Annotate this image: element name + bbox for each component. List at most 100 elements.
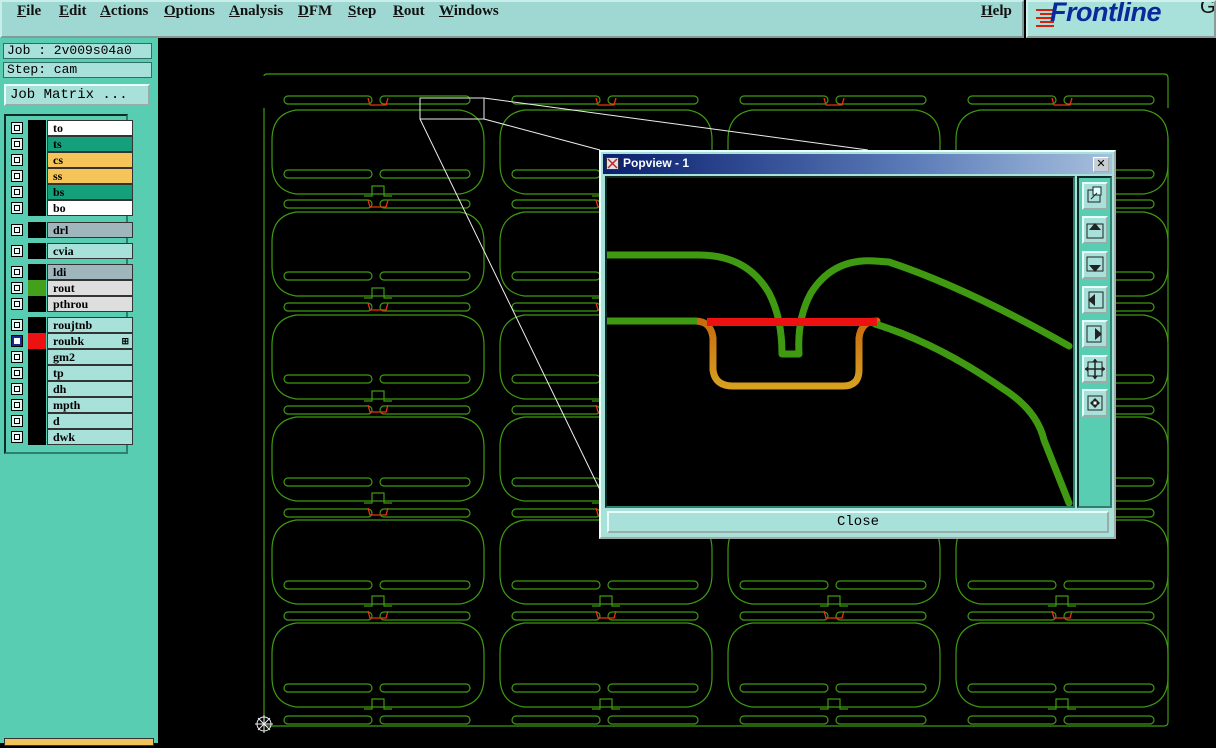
layer-name[interactable]: dwk — [47, 429, 133, 445]
layer-name[interactable]: dh — [47, 381, 133, 397]
layer-checkbox[interactable] — [11, 224, 23, 236]
layer-color-swatch[interactable] — [28, 184, 46, 200]
layer-checkbox[interactable] — [11, 399, 23, 411]
layer-row-d[interactable]: d — [11, 413, 133, 429]
menu-analysis[interactable]: Analysis — [229, 3, 283, 20]
layer-checkbox[interactable] — [11, 367, 23, 379]
layer-row-ldi[interactable]: ldi — [11, 264, 133, 280]
layer-row-tp[interactable]: tp — [11, 365, 133, 381]
layer-color-swatch[interactable] — [28, 136, 46, 152]
layer-color-swatch[interactable] — [28, 222, 46, 238]
menu-edit[interactable]: Edit — [59, 3, 87, 20]
layer-row-cs[interactable]: cs — [11, 152, 133, 168]
zoom-out-icon[interactable] — [1082, 389, 1108, 417]
layer-color-swatch[interactable] — [28, 200, 46, 216]
popview-titlebar[interactable]: Popview - 1 ✕ — [603, 154, 1112, 174]
close-icon[interactable]: ✕ — [1093, 157, 1109, 172]
layer-color-swatch[interactable] — [28, 365, 46, 381]
menu-file[interactable]: File — [17, 3, 41, 20]
layer-name[interactable]: ts — [47, 136, 133, 152]
layer-name[interactable]: to — [47, 120, 133, 136]
layer-row-to[interactable]: to — [11, 120, 133, 136]
menu-dfm[interactable]: DFM — [298, 3, 332, 20]
layer-checkbox[interactable] — [11, 202, 23, 214]
layer-name[interactable]: cs — [47, 152, 133, 168]
pan-down-icon[interactable] — [1082, 251, 1108, 279]
layer-color-swatch[interactable] — [28, 168, 46, 184]
job-matrix-button[interactable]: Job Matrix ... — [4, 84, 150, 106]
layer-name[interactable]: drl — [47, 222, 133, 238]
layer-checkbox[interactable] — [11, 138, 23, 150]
layer-checkbox[interactable] — [11, 351, 23, 363]
layer-checkbox[interactable] — [11, 282, 23, 294]
layer-checkbox[interactable] — [11, 383, 23, 395]
layer-checkbox[interactable] — [11, 415, 23, 427]
menu-step[interactable]: Step — [348, 3, 376, 20]
layer-name[interactable]: bs — [47, 184, 133, 200]
pan-up-icon[interactable] — [1082, 216, 1108, 244]
menu-help[interactable]: Help — [981, 3, 1012, 20]
layer-checkbox[interactable] — [11, 319, 23, 331]
layer-checkbox[interactable] — [11, 122, 23, 134]
zoom-fit-icon[interactable] — [1082, 182, 1108, 210]
layer-checkbox[interactable] — [11, 431, 23, 443]
layer-row-bo[interactable]: bo — [11, 200, 133, 216]
layer-row-roubk[interactable]: roubk ⊞ — [11, 333, 133, 349]
layer-name[interactable]: tp — [47, 365, 133, 381]
layer-name[interactable]: bo — [47, 200, 133, 216]
layer-name[interactable]: d — [47, 413, 133, 429]
layer-color-swatch[interactable] — [28, 349, 46, 365]
layer-row-rout[interactable]: rout — [11, 280, 133, 296]
layer-checkbox[interactable] — [11, 186, 23, 198]
layer-color-swatch[interactable] — [28, 243, 46, 259]
popview-zoom-area[interactable] — [605, 176, 1075, 508]
layer-row-ss[interactable]: ss — [11, 168, 133, 184]
pan-right-icon[interactable] — [1082, 320, 1108, 348]
layer-row-bs[interactable]: bs — [11, 184, 133, 200]
layer-row-dwk[interactable]: dwk — [11, 429, 133, 445]
layer-color-swatch[interactable] — [28, 264, 46, 280]
layer-checkbox[interactable] — [11, 266, 23, 278]
layer-row-gm2[interactable]: gm2 — [11, 349, 133, 365]
layer-row-pthrou[interactable]: pthrou — [11, 296, 133, 312]
layer-color-swatch[interactable] — [28, 429, 46, 445]
close-button[interactable]: Close — [607, 511, 1109, 533]
layer-name[interactable]: cvia — [47, 243, 133, 259]
layer-row-ts[interactable]: ts — [11, 136, 133, 152]
menu-rout[interactable]: Rout — [393, 3, 425, 20]
layer-name[interactable]: roujtnb — [47, 317, 133, 333]
layer-row-mpth[interactable]: mpth — [11, 397, 133, 413]
layer-color-swatch[interactable] — [28, 120, 46, 136]
layer-color-swatch[interactable] — [28, 152, 46, 168]
layer-row-cvia[interactable]: cvia — [11, 243, 133, 259]
layer-name[interactable]: roubk ⊞ — [47, 333, 133, 349]
layer-checkbox[interactable] — [11, 335, 23, 347]
layer-checkbox[interactable] — [11, 245, 23, 257]
menu-options[interactable]: Options — [164, 3, 215, 20]
layer-color-swatch[interactable] — [28, 317, 46, 333]
layer-color-swatch[interactable] — [28, 413, 46, 429]
layer-color-swatch[interactable] — [28, 296, 46, 312]
layer-checkbox[interactable] — [11, 154, 23, 166]
window-menu-icon[interactable] — [606, 157, 619, 170]
layer-row-roujtnb[interactable]: roujtnb — [11, 317, 133, 333]
layer-color-swatch[interactable] — [28, 397, 46, 413]
layer-row-dh[interactable]: dh — [11, 381, 133, 397]
layer-name[interactable]: mpth — [47, 397, 133, 413]
layer-name[interactable]: ldi — [47, 264, 133, 280]
rout-slot — [283, 580, 373, 590]
menu-windows[interactable]: Windows — [439, 3, 499, 20]
layer-name[interactable]: pthrou — [47, 296, 133, 312]
zoom-in-icon[interactable] — [1082, 355, 1108, 383]
layer-checkbox[interactable] — [11, 298, 23, 310]
layer-color-swatch[interactable] — [28, 333, 46, 349]
layer-name[interactable]: rout — [47, 280, 133, 296]
layer-color-swatch[interactable] — [28, 381, 46, 397]
menu-actions[interactable]: Actions — [100, 3, 148, 20]
layer-row-drl[interactable]: drl — [11, 222, 133, 238]
layer-color-swatch[interactable] — [28, 280, 46, 296]
pan-left-icon[interactable] — [1082, 286, 1108, 314]
layer-name[interactable]: gm2 — [47, 349, 133, 365]
layer-checkbox[interactable] — [11, 170, 23, 182]
layer-name[interactable]: ss — [47, 168, 133, 184]
